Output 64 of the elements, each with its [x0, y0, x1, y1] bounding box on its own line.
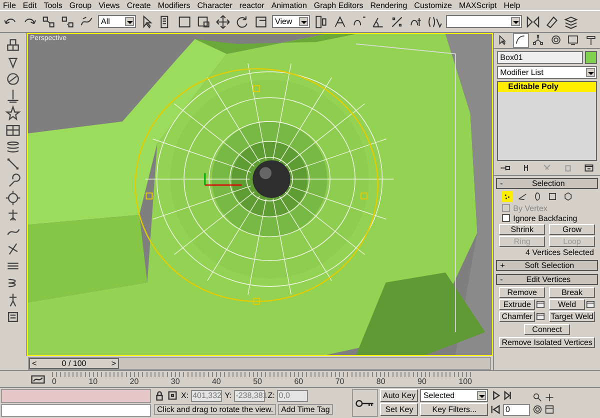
previous-frame-button[interactable]: <: [30, 359, 39, 368]
edit-vertices-button[interactable]: Weld: [549, 299, 585, 310]
menu-item[interactable]: Create: [126, 0, 151, 10]
menu-item[interactable]: Customize: [414, 0, 452, 10]
reference-coordinate-dropdown[interactable]: View: [272, 15, 310, 28]
edit-vertices-button[interactable]: Remove Isolated Vertices: [499, 337, 595, 348]
menu-item[interactable]: Animation: [271, 0, 307, 10]
frame-tick-label: 20: [130, 376, 139, 386]
next-frame-button[interactable]: >: [109, 359, 118, 368]
frame-tick-label: 100: [458, 376, 472, 386]
rollout-header[interactable]: + Soft Selection: [496, 260, 598, 272]
edit-vertices-button[interactable]: Target Weld: [549, 311, 595, 322]
menu-item[interactable]: Edit: [22, 0, 37, 10]
rollout-header[interactable]: - Edit Vertices: [496, 274, 598, 286]
menu-item[interactable]: MAXScript: [458, 0, 497, 10]
set-key-text-button[interactable]: Set Key: [380, 403, 418, 416]
menu-item[interactable]: Help: [504, 0, 520, 10]
prompt-text: Click and drag to rotate the view.: [154, 404, 276, 416]
edit-vertices-button[interactable]: Connect: [524, 324, 570, 336]
time-slider-thumb[interactable]: < 0 / 100 >: [29, 358, 119, 370]
frame-tick-label: 40: [212, 376, 221, 386]
key-filters-button[interactable]: Key Filters...: [420, 403, 488, 416]
rollout-header[interactable]: - Selection: [496, 178, 598, 190]
frame-tick-label: 0: [52, 376, 56, 386]
menu-item[interactable]: Graph Editors: [314, 0, 364, 10]
auto-key-button[interactable]: Auto Key: [380, 389, 418, 402]
frame-tick-label: 80: [376, 376, 386, 386]
frame-position-label: 0 / 100: [62, 359, 86, 368]
menu-item[interactable]: Tools: [44, 0, 62, 10]
menu-item[interactable]: File: [3, 0, 16, 10]
selection-button[interactable]: Grow: [549, 224, 595, 236]
y-label: Y:: [224, 391, 232, 400]
menu-item[interactable]: Character: [197, 0, 232, 10]
edit-vertices-button[interactable]: Break: [549, 287, 595, 298]
checkbox-label: Ignore Backfacing: [513, 214, 578, 223]
x-label: X:: [181, 391, 189, 400]
add-time-tag-button[interactable]: Add Time Tag: [278, 404, 333, 416]
frame-tick-label: 90: [418, 376, 426, 386]
checkbox-label: By Vertex: [513, 204, 548, 213]
frame-tick-label: 30: [170, 376, 180, 386]
modifier-list-dropdown[interactable]: Modifier List: [497, 66, 597, 80]
frame-tick-label: 70: [335, 376, 344, 386]
key-mode-dropdown[interactable]: Selected: [420, 389, 488, 402]
menu-item[interactable]: Group: [69, 0, 92, 10]
selection-button[interactable]: Shrink: [499, 224, 546, 236]
menu-item[interactable]: Modifiers: [158, 0, 190, 10]
menu-item[interactable]: Rendering: [370, 0, 408, 10]
selection-info-text: 4 Vertices Selected: [524, 248, 595, 258]
frame-tick-label: 60: [294, 376, 304, 386]
current-frame-field[interactable]: 0: [503, 404, 530, 416]
x-coordinate-field[interactable]: 401,332: [190, 390, 222, 402]
object-name-field[interactable]: Box01: [497, 51, 583, 64]
edit-vertices-button[interactable]: Chamfer: [499, 311, 536, 322]
selection-filter-dropdown[interactable]: All: [98, 15, 136, 28]
z-coordinate-field[interactable]: 0,0: [276, 390, 308, 402]
frame-tick-label: 10: [88, 376, 98, 386]
edit-vertices-button[interactable]: Extrude: [499, 299, 536, 310]
z-label: Z:: [268, 391, 275, 400]
frame-tick-label: 50: [253, 376, 262, 386]
edit-vertices-button[interactable]: Remove: [499, 287, 546, 298]
stack-item[interactable]: Editable Poly: [498, 82, 596, 92]
menu-item[interactable]: Views: [98, 0, 120, 10]
track-bar[interactable]: 0 10 20 30 40 50 60 70 80 90 100: [52, 372, 472, 387]
menu-item[interactable]: reactor: [239, 0, 264, 10]
